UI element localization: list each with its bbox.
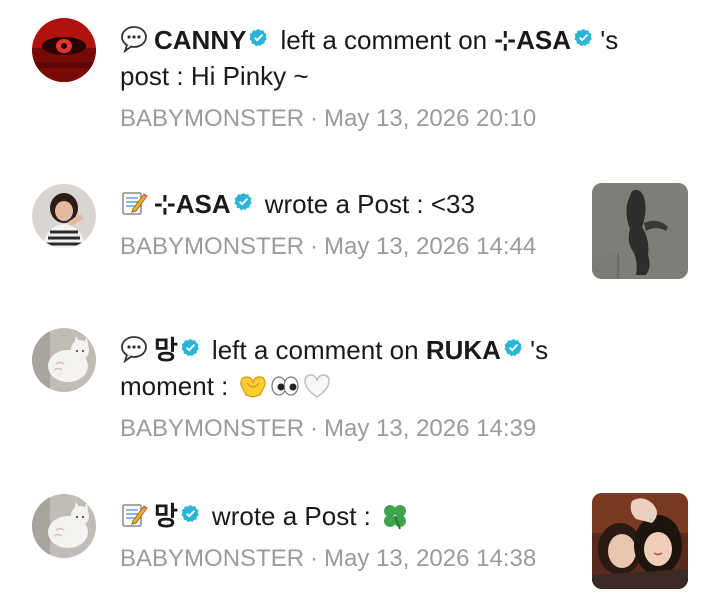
notification-item[interactable]: ⊹ASA wrote a Post : <33 BABYMONSTER · May 1…: [0, 160, 720, 300]
post-thumbnail[interactable]: [592, 183, 688, 279]
notification-meta: BABYMONSTER · May 13, 2026 14:39: [120, 414, 536, 444]
notification-meta: BABYMONSTER · May 13, 2026 14:44: [120, 232, 536, 262]
notification-meta: BABYMONSTER · May 13, 2026 20:10: [120, 104, 536, 134]
timestamp: May 13, 2026 14:38: [324, 545, 537, 572]
group-name: BABYMONSTER: [120, 415, 305, 442]
avatar[interactable]: [32, 328, 96, 392]
memo-icon: [120, 189, 148, 217]
notification-second-line: moment :: [120, 371, 229, 401]
heart-hands-emoji-icon: [238, 371, 268, 401]
timestamp: May 13, 2026 14:39: [324, 415, 537, 442]
group-name: BABYMONSTER: [120, 545, 305, 572]
avatar[interactable]: [32, 184, 96, 248]
notification-text: 망 wrote a Post :: [120, 498, 410, 534]
verified-badge-icon: [574, 28, 593, 47]
notification-item[interactable]: 망 left a comment on RUKA 's moment : BABY…: [0, 306, 720, 456]
group-name: BABYMONSTER: [120, 105, 305, 132]
four-leaf-clover-emoji-icon: [380, 501, 410, 531]
white-heart-emoji-icon: [302, 371, 332, 401]
target-name[interactable]: RUKA: [426, 335, 501, 365]
action-text: left a comment on: [280, 25, 488, 55]
possessive-suffix: 's: [600, 25, 619, 55]
notification-text: CANNY left a comment on ⊹ASA 's post : Hi…: [120, 22, 618, 94]
timestamp: May 13, 2026 14:44: [324, 233, 537, 260]
action-text: wrote a Post : <33: [264, 189, 475, 219]
notification-text: 망 left a comment on RUKA 's moment :: [120, 332, 548, 404]
notification-text: ⊹ASA wrote a Post : <33: [120, 186, 475, 222]
possessive-suffix: 's: [530, 335, 549, 365]
group-name: BABYMONSTER: [120, 233, 305, 260]
timestamp: May 13, 2026 20:10: [324, 105, 537, 132]
speech-bubble-icon: [120, 335, 148, 363]
separator: ·: [310, 233, 319, 260]
target-name[interactable]: ⊹ASA: [494, 25, 571, 55]
verified-badge-icon: [181, 504, 200, 523]
actor-name[interactable]: 망: [154, 501, 178, 531]
separator: ·: [310, 415, 319, 442]
verified-badge-icon: [181, 338, 200, 357]
actor-name[interactable]: CANNY: [154, 25, 246, 55]
avatar[interactable]: [32, 18, 96, 82]
eyes-emoji-icon: [270, 371, 300, 401]
notification-meta: BABYMONSTER · May 13, 2026 14:38: [120, 544, 536, 574]
notification-item[interactable]: 망 wrote a Post : BABYMONSTER · May 13, 2026…: [0, 472, 720, 611]
action-text: wrote a Post :: [211, 501, 371, 531]
actor-name[interactable]: ⊹ASA: [154, 189, 231, 219]
verified-badge-icon: [234, 192, 253, 211]
notification-second-line: post : Hi Pinky ~: [120, 61, 309, 91]
verified-badge-icon: [504, 338, 523, 357]
speech-bubble-icon: [120, 25, 148, 53]
notification-item[interactable]: CANNY left a comment on ⊹ASA 's post : Hi…: [0, 0, 720, 150]
avatar[interactable]: [32, 494, 96, 558]
action-text: left a comment on: [211, 335, 419, 365]
memo-icon: [120, 501, 148, 529]
verified-badge-icon: [249, 28, 268, 47]
separator: ·: [310, 545, 319, 572]
separator: ·: [310, 105, 319, 132]
actor-name[interactable]: 망: [154, 335, 178, 365]
post-thumbnail[interactable]: [592, 493, 688, 589]
